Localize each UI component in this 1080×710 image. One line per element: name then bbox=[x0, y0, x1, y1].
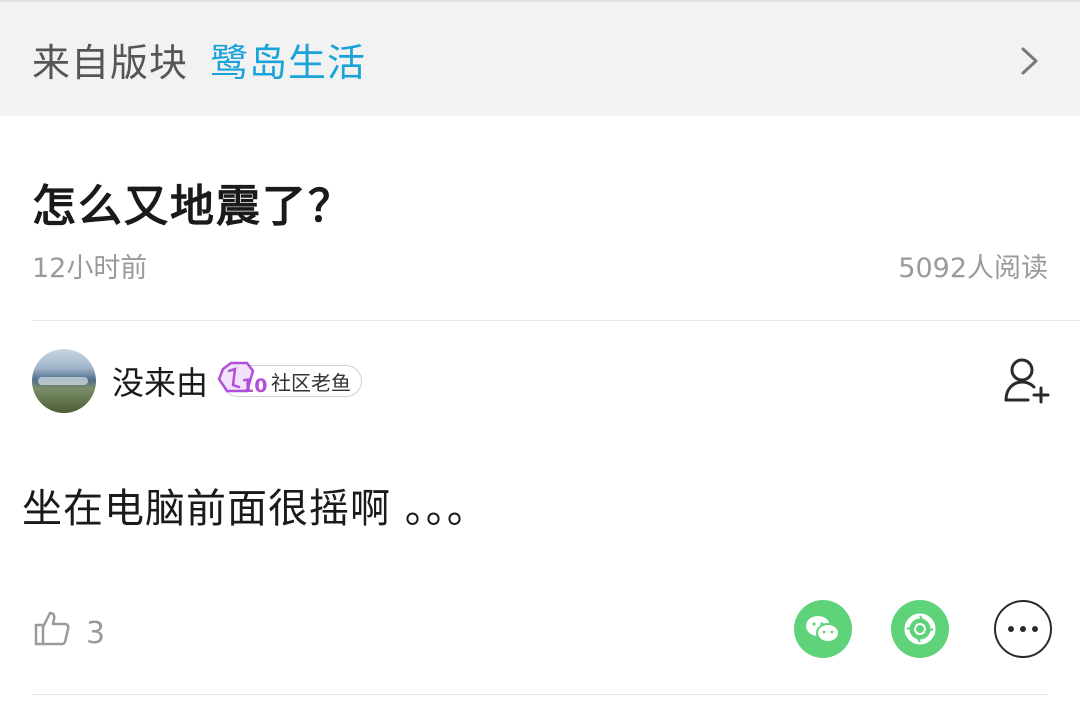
board-prefix: 来自版块 bbox=[32, 40, 189, 85]
wechat-icon bbox=[806, 616, 840, 643]
board-link[interactable]: 鹭岛生活 bbox=[210, 32, 366, 87]
more-button[interactable] bbox=[994, 600, 1052, 658]
more-icon-dot bbox=[1020, 626, 1026, 632]
more-icon-dot bbox=[1008, 626, 1014, 632]
moments-icon bbox=[904, 613, 936, 645]
post-title: 怎么又地震了？ bbox=[32, 181, 354, 232]
divider bbox=[32, 694, 1048, 695]
avatar[interactable] bbox=[32, 349, 96, 413]
author-name[interactable]: 没来由 bbox=[112, 358, 208, 404]
post-time: 12小时前 bbox=[32, 253, 148, 284]
thumbs-up-icon[interactable] bbox=[34, 610, 70, 646]
chevron-right-icon[interactable] bbox=[1018, 46, 1042, 76]
level-badge: 10 社区老鱼 bbox=[217, 361, 363, 397]
like-count: 3 bbox=[86, 616, 106, 651]
level-number: 10 bbox=[241, 375, 267, 397]
board-bar[interactable]: 来自版块 鹭岛生活 bbox=[0, 0, 1080, 116]
add-user-icon[interactable] bbox=[1004, 356, 1050, 404]
share-wechat-button[interactable] bbox=[794, 600, 852, 658]
post-body: 坐在电脑前面很摇啊 。。。 bbox=[22, 486, 488, 532]
more-icon-dot bbox=[1032, 626, 1038, 632]
level-icon: 10 bbox=[217, 361, 267, 397]
divider bbox=[32, 320, 1080, 321]
badge-label: 社区老鱼 bbox=[271, 370, 352, 395]
author-row: 没来由 10 社区老鱼 bbox=[32, 348, 363, 414]
share-moments-button[interactable] bbox=[891, 600, 949, 658]
read-count: 5092人阅读 bbox=[898, 253, 1048, 284]
